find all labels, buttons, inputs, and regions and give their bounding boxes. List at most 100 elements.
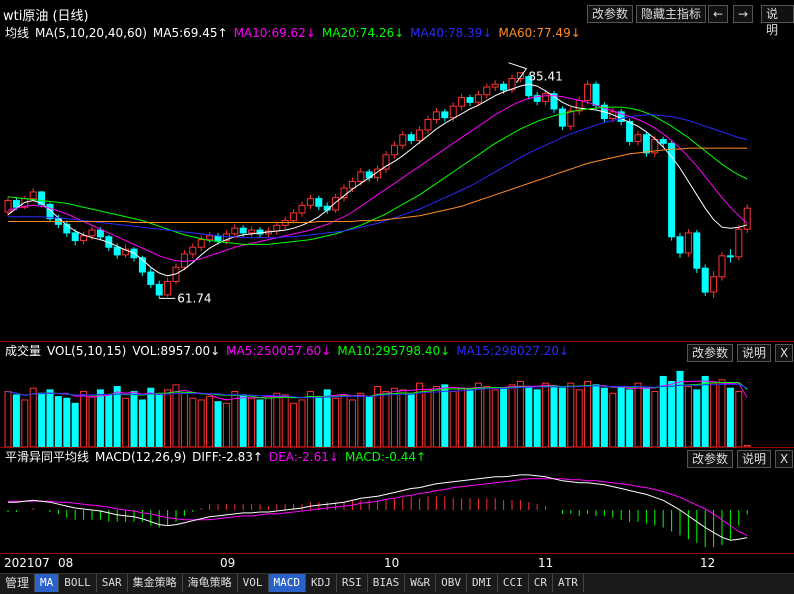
volume-bar: [357, 392, 365, 447]
volume-bar: [684, 386, 692, 447]
macd-chart[interactable]: [0, 467, 794, 553]
volume-bar: [525, 386, 533, 447]
hide-main-indicator-button[interactable]: 隐藏主指标: [636, 5, 707, 23]
volume-bar: [332, 397, 340, 447]
volume-bar: [382, 391, 390, 447]
ma5-value: MA5:69.45↑: [152, 26, 228, 40]
scroll-right-button[interactable]: →: [733, 5, 753, 23]
tab-vol[interactable]: VOL: [238, 574, 269, 592]
vol-change-params-button[interactable]: 改参数: [687, 344, 734, 362]
volume-bar: [4, 391, 12, 447]
candle-body: [416, 129, 424, 141]
tab-boll[interactable]: BOLL: [59, 574, 97, 592]
candle-body: [726, 255, 734, 258]
candle-body: [399, 134, 407, 146]
separator: [0, 341, 794, 342]
volume-bar: [668, 380, 676, 447]
volume-bar: [407, 394, 415, 447]
scroll-left-button[interactable]: ←: [708, 5, 728, 23]
tab-管理[interactable]: 管理: [0, 574, 36, 592]
separator: [0, 447, 794, 448]
volume-bar: [256, 399, 264, 447]
candle-body: [239, 227, 247, 234]
volume-bar: [38, 392, 46, 447]
volume-bar: [466, 389, 474, 447]
volume-bar: [21, 399, 29, 447]
macd-close-button[interactable]: X: [775, 450, 794, 468]
x-tick-label: 12: [700, 556, 716, 570]
candle-body: [684, 232, 692, 254]
candle-body: [567, 110, 575, 127]
volume-bar: [592, 384, 600, 447]
tab-cr[interactable]: CR: [529, 574, 554, 592]
volume-chart[interactable]: [0, 361, 794, 447]
tab-海龟策略[interactable]: 海龟策略: [183, 574, 238, 592]
candle-body: [96, 229, 104, 238]
volume-bar: [642, 387, 650, 447]
candle-body: [432, 111, 440, 121]
volume-bar: [533, 389, 541, 447]
volume-bar: [122, 397, 130, 447]
volume-bar: [575, 389, 583, 447]
tab-rsi[interactable]: RSI: [337, 574, 368, 592]
candle-body: [407, 134, 415, 141]
macd-change-params-button[interactable]: 改参数: [687, 450, 734, 468]
tab-kdj[interactable]: KDJ: [306, 574, 337, 592]
volume-bar: [516, 380, 524, 447]
tab-ma[interactable]: MA: [35, 574, 60, 592]
tab-dmi[interactable]: DMI: [467, 574, 498, 592]
volume-bar: [550, 386, 558, 447]
candlestick-chart[interactable]: 85.41 61.74: [0, 42, 794, 342]
candle-body: [390, 144, 398, 156]
tab-atr[interactable]: ATR: [553, 574, 584, 592]
volume-bar: [248, 397, 256, 447]
macd-help-button[interactable]: 说明: [737, 450, 772, 468]
volume-bar: [542, 382, 550, 447]
volume-bar: [584, 380, 592, 447]
tab-cci[interactable]: CCI: [498, 574, 529, 592]
dea-value: DEA:-2.61↓: [268, 450, 339, 464]
tab-sar[interactable]: SAR: [97, 574, 128, 592]
candle-body: [206, 235, 214, 241]
candle-body: [4, 200, 12, 213]
candle-body: [718, 255, 726, 278]
vol-ma15-value: MA15:298027.20↓: [456, 344, 570, 358]
x-tick-label: 09: [220, 556, 236, 570]
volume-bar: [88, 396, 96, 447]
vol-legend: 成交量 VOL(5,10,15) VOL:8957.00↓ MA5:250057.60…: [5, 343, 794, 359]
candle-body: [743, 207, 751, 230]
tab-集金策略[interactable]: 集金策略: [128, 574, 183, 592]
candle-body: [424, 119, 432, 131]
candle-body: [558, 108, 566, 127]
candle-body: [491, 83, 499, 88]
volume-bar: [306, 391, 314, 447]
vol-ma5-value: MA5:250057.60↓: [226, 344, 332, 358]
volume-bar: [399, 389, 407, 447]
volume-bar: [71, 402, 79, 447]
candle-body: [306, 198, 314, 206]
volume-bar: [567, 382, 575, 447]
volume-bar: [483, 386, 491, 447]
volume-bar: [206, 396, 214, 447]
volume-bar: [273, 392, 281, 447]
tab-bias[interactable]: BIAS: [368, 574, 406, 592]
volume-bar: [458, 387, 466, 447]
candle-body: [584, 83, 592, 101]
ma60-value: MA60:77.49↓: [498, 26, 581, 40]
volume-bar: [138, 399, 146, 447]
help-button[interactable]: 说明: [761, 5, 794, 37]
volume-bar: [634, 382, 642, 447]
candle-body: [710, 276, 718, 293]
vol-close-button[interactable]: X: [775, 344, 794, 362]
volume-bar: [105, 394, 113, 447]
candle-body: [88, 229, 96, 237]
change-params-button[interactable]: 改参数: [587, 5, 634, 23]
vol-help-button[interactable]: 说明: [737, 344, 772, 362]
tab-w&r[interactable]: W&R: [405, 574, 437, 592]
tab-macd[interactable]: MACD: [268, 574, 307, 592]
volume-bar: [189, 397, 197, 447]
high-label: 85.41: [528, 70, 562, 84]
ma10-value: MA10:69.62↓: [233, 26, 316, 40]
tab-obv[interactable]: OBV: [436, 574, 468, 592]
volume-bar: [290, 402, 298, 447]
